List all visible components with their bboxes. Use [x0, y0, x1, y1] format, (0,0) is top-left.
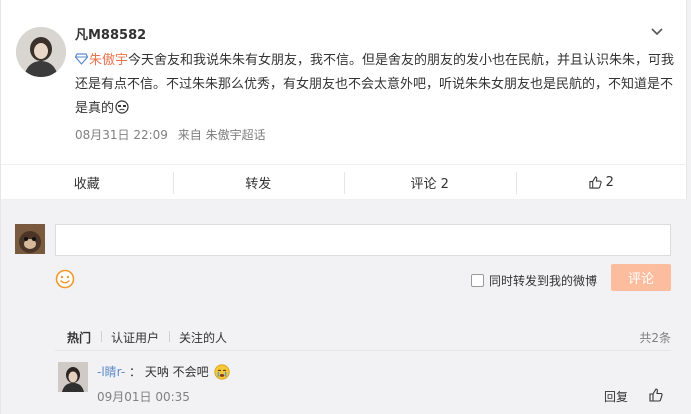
- tab-hot[interactable]: 热门: [55, 329, 101, 346]
- commenter-name[interactable]: -l睛r-: [97, 365, 125, 379]
- action-bar: 收藏 转发 评论 2 2: [1, 164, 687, 200]
- repost-option-label: 同时转发到我的微博: [489, 274, 598, 288]
- comment-body: -l睛r- ： 天呐 不会吧: [97, 363, 230, 380]
- my-avatar[interactable]: [15, 224, 45, 254]
- repost-button[interactable]: 转发: [172, 165, 345, 199]
- submit-comment-button[interactable]: 评论: [611, 264, 671, 291]
- comment-text: 天呐 不会吧: [144, 365, 209, 379]
- emoji-picker-icon[interactable]: [55, 269, 75, 289]
- comment-input[interactable]: [55, 224, 671, 256]
- chevron-down-icon[interactable]: [650, 24, 664, 38]
- favorite-button[interactable]: 收藏: [1, 165, 173, 199]
- comment-filter-bar: 热门 认证用户 关注的人 共2条: [55, 324, 671, 350]
- tab-following[interactable]: 关注的人: [169, 329, 237, 346]
- repost-label: 转发: [245, 176, 272, 192]
- crying-emoji-icon: [213, 364, 230, 380]
- like-count: 2: [605, 174, 614, 190]
- tab-verified[interactable]: 认证用户: [101, 329, 169, 346]
- commenter-avatar[interactable]: [58, 362, 88, 392]
- divider: [55, 350, 671, 351]
- favorite-label: 收藏: [73, 176, 100, 192]
- comment-section: 同时转发到我的微博 评论 热门 认证用户 关注的人 共2条 -l睛r- ： 天呐…: [1, 200, 687, 414]
- topic-name[interactable]: 朱傲宇: [89, 53, 128, 68]
- post-body: 今天舍友和我说朱朱有女朋友，我不信。但是舍友的朋友的发小也在民航，并且认识朱朱，…: [75, 53, 675, 116]
- diamond-icon: [75, 53, 88, 65]
- author-name[interactable]: 凡M88582: [75, 24, 146, 43]
- comment-time: 09月01日 00:35: [97, 390, 190, 404]
- post-time[interactable]: 08月31日 22:09: [75, 128, 168, 142]
- topic-link[interactable]: 朱傲宇: [75, 53, 128, 68]
- like-button[interactable]: 2: [515, 165, 688, 199]
- comment-button[interactable]: 评论 2: [344, 165, 516, 199]
- reply-button[interactable]: 回复: [604, 388, 628, 405]
- repost-option[interactable]: 同时转发到我的微博: [471, 272, 597, 289]
- post-meta: 08月31日 22:09 来自 朱傲宇超话: [75, 126, 272, 143]
- comment-label: 评论 2: [410, 176, 449, 192]
- weibo-card: 凡M88582 朱傲宇今天舍友和我说朱朱有女朋友，我不信。但是舍友的朋友的发小也…: [0, 0, 687, 414]
- post-content: 朱傲宇今天舍友和我说朱朱有女朋友，我不信。但是舍友的朋友的发小也在民航，并且认识…: [75, 49, 675, 121]
- post-source[interactable]: 来自 朱傲宇超话: [178, 128, 266, 142]
- emoji-icon: [115, 100, 129, 114]
- thumbs-up-icon[interactable]: [649, 388, 663, 402]
- author-avatar[interactable]: [16, 27, 66, 77]
- thumbs-up-icon: [589, 175, 602, 189]
- comment-total: 共2条: [639, 330, 671, 345]
- comment-separator: ：: [129, 365, 142, 379]
- repost-checkbox[interactable]: [471, 274, 484, 287]
